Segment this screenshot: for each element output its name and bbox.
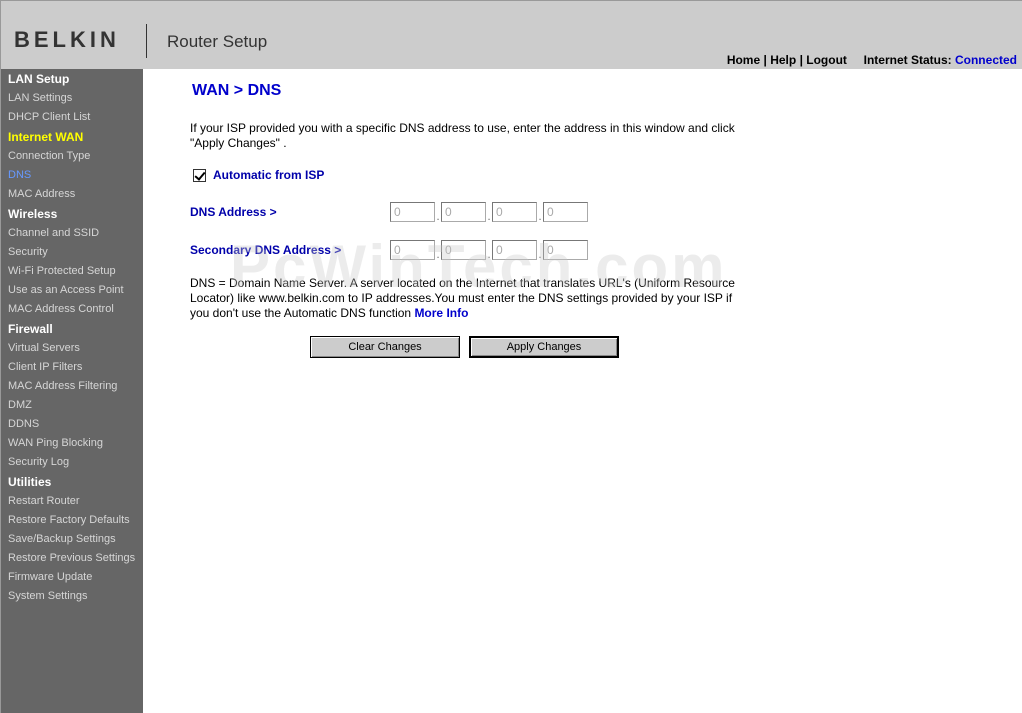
secondary-dns-octet-3[interactable] <box>492 240 537 260</box>
sidebar-item-wan-ping-blocking[interactable]: WAN Ping Blocking <box>8 437 103 449</box>
automatic-from-isp-checkbox[interactable] <box>193 168 206 182</box>
sidebar-heading-internet-wan[interactable]: Internet WAN <box>8 130 83 144</box>
sidebar-nav: LAN Setup LAN Settings DHCP Client List … <box>0 69 143 713</box>
sidebar-item-mac-address-filtering[interactable]: MAC Address Filtering <box>8 380 117 392</box>
automatic-dns-row: Automatic from ISP <box>193 168 324 182</box>
secondary-dns-octet-4[interactable] <box>543 240 588 260</box>
belkin-logo: BELKIN <box>14 27 120 52</box>
sidebar-item-channel-ssid[interactable]: Channel and SSID <box>8 227 99 239</box>
dns-octet-4[interactable] <box>543 202 588 222</box>
sidebar-item-virtual-servers[interactable]: Virtual Servers <box>8 342 80 354</box>
logout-link[interactable]: Logout <box>806 53 847 67</box>
sidebar-item-wps[interactable]: Wi-Fi Protected Setup <box>8 265 116 277</box>
page-title: WAN > DNS <box>192 82 282 99</box>
sidebar-item-firmware-update[interactable]: Firmware Update <box>8 571 92 583</box>
secondary-dns-octet-2[interactable] <box>441 240 486 260</box>
sidebar-heading-utilities[interactable]: Utilities <box>8 475 51 489</box>
secondary-dns-group: . . . <box>390 240 588 260</box>
sidebar-item-system-settings[interactable]: System Settings <box>8 590 87 602</box>
sidebar-heading-lan-setup[interactable]: LAN Setup <box>8 72 69 86</box>
header-bar: BELKIN Router Setup Home | Help | Logout… <box>0 0 1022 69</box>
app-title: Router Setup <box>167 32 268 51</box>
dns-address-group: . . . <box>390 202 588 222</box>
internet-status-value: Connected <box>954 53 1017 67</box>
sidebar-item-client-ip-filters[interactable]: Client IP Filters <box>8 361 82 373</box>
more-info-link[interactable]: More Info <box>414 306 468 320</box>
dns-octet-2[interactable] <box>441 202 486 222</box>
home-link[interactable]: Home <box>727 53 760 67</box>
dns-description: DNS = Domain Name Server. A server locat… <box>190 276 735 321</box>
header-divider <box>146 24 147 58</box>
sidebar-item-restart-router[interactable]: Restart Router <box>8 495 80 507</box>
sidebar-item-security[interactable]: Security <box>8 246 48 258</box>
top-links: Home | Help | Logout Internet Status: Co… <box>727 53 1017 67</box>
sidebar-item-mac-address-control[interactable]: MAC Address Control <box>8 303 114 315</box>
dns-octet-3[interactable] <box>492 202 537 222</box>
intro-text: If your ISP provided you with a specific… <box>190 121 735 150</box>
sidebar-item-restore-factory-defaults[interactable]: Restore Factory Defaults <box>8 514 130 526</box>
sidebar-item-security-log[interactable]: Security Log <box>8 456 69 468</box>
sidebar-item-lan-settings[interactable]: LAN Settings <box>8 92 72 104</box>
sidebar-item-connection-type[interactable]: Connection Type <box>8 150 90 162</box>
dns-address-label: DNS Address > <box>190 205 277 219</box>
sidebar-item-mac-address[interactable]: MAC Address <box>8 188 75 200</box>
secondary-dns-octet-1[interactable] <box>390 240 435 260</box>
automatic-from-isp-label: Automatic from ISP <box>213 168 325 182</box>
sidebar-item-dmz[interactable]: DMZ <box>8 399 32 411</box>
sidebar-heading-wireless[interactable]: Wireless <box>8 207 57 221</box>
status-spacer <box>850 53 860 67</box>
sidebar-item-access-point[interactable]: Use as an Access Point <box>8 284 124 296</box>
clear-changes-button[interactable]: Clear Changes <box>310 336 460 358</box>
apply-changes-button[interactable]: Apply Changes <box>469 336 619 358</box>
sidebar-item-ddns[interactable]: DDNS <box>8 418 39 430</box>
dns-octet-1[interactable] <box>390 202 435 222</box>
internet-status-label: Internet Status: <box>863 53 952 67</box>
sidebar-item-save-backup-settings[interactable]: Save/Backup Settings <box>8 533 116 545</box>
sidebar-item-dns[interactable]: DNS <box>8 169 31 181</box>
secondary-dns-label: Secondary DNS Address > <box>190 243 342 257</box>
help-link[interactable]: Help <box>770 53 796 67</box>
sidebar-item-restore-previous-settings[interactable]: Restore Previous Settings <box>8 552 135 564</box>
sidebar-item-dhcp-client-list[interactable]: DHCP Client List <box>8 111 90 123</box>
sidebar-heading-firewall[interactable]: Firewall <box>8 322 53 336</box>
